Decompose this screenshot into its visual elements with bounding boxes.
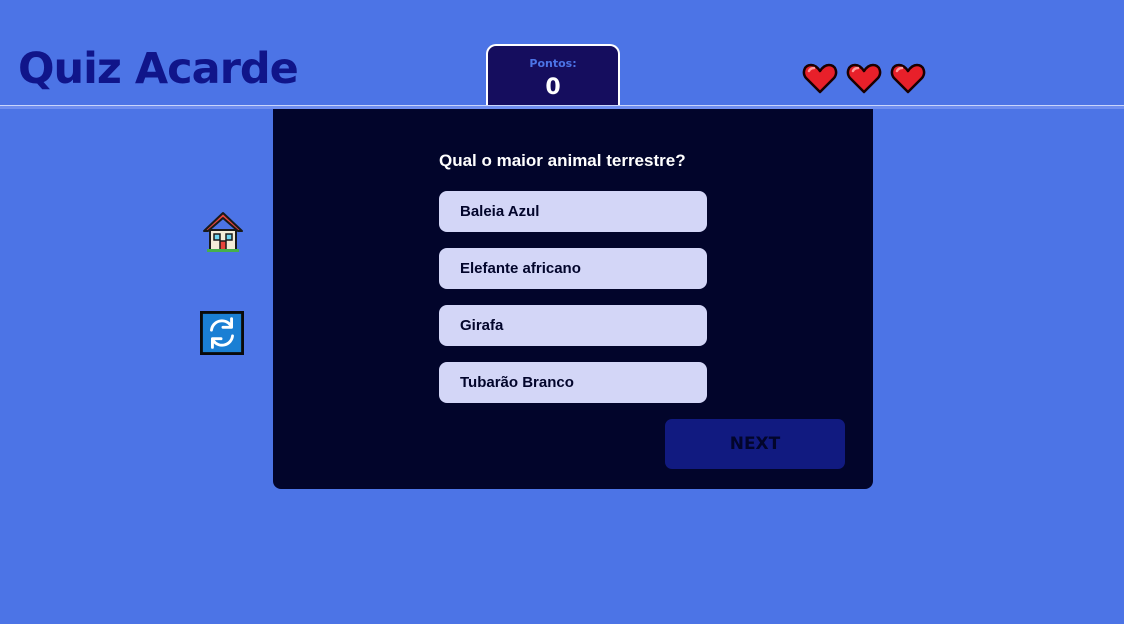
answer-option[interactable]: Elefante africano	[439, 248, 707, 289]
score-value: 0	[545, 75, 561, 100]
question-text: Qual o maior animal terrestre?	[439, 151, 686, 170]
answer-option[interactable]: Tubarão Branco	[439, 362, 707, 403]
score-panel: Pontos: 0	[486, 44, 620, 108]
heart-icon	[890, 63, 926, 94]
top-bar: Quiz Acarde Pontos: 0	[0, 0, 1124, 108]
refresh-icon[interactable]	[200, 311, 244, 355]
quiz-card: Qual o maior animal terrestre? Baleia Az…	[273, 109, 873, 489]
house-icon[interactable]	[201, 209, 245, 253]
heart-icon	[802, 63, 838, 94]
answer-option[interactable]: Baleia Azul	[439, 191, 707, 232]
answer-option[interactable]: Girafa	[439, 305, 707, 346]
heart-icon	[846, 63, 882, 94]
score-label: Pontos:	[529, 57, 577, 70]
lives-display	[802, 60, 926, 96]
next-button[interactable]: NEXT	[665, 419, 845, 469]
app-logo: Quiz Acarde	[18, 44, 299, 94]
